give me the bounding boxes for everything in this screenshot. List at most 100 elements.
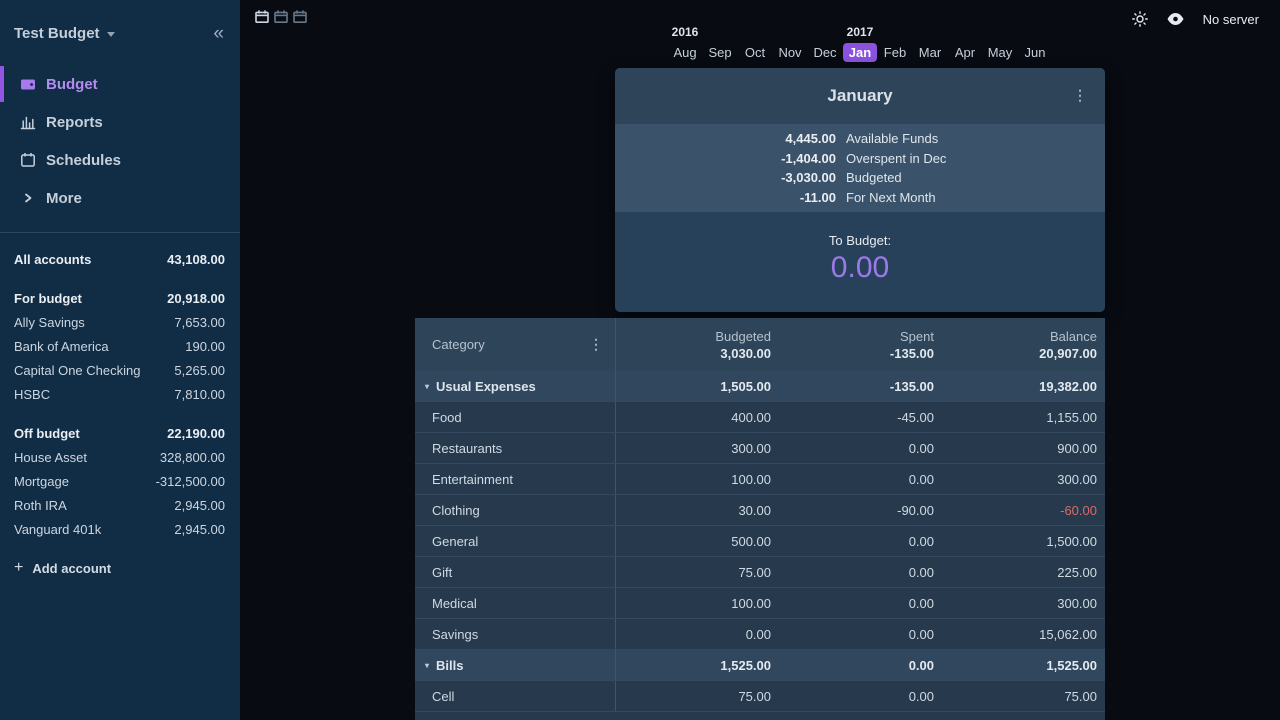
month-label: Nov (772, 43, 807, 62)
month-may[interactable]: May (983, 42, 1018, 63)
category-row-savings[interactable]: Savings0.000.0015,062.00 (415, 619, 1105, 650)
budgeted-cell[interactable]: 30.00 (616, 495, 779, 525)
month-menu-kebab-icon[interactable] (1073, 88, 1087, 102)
group-row-bills[interactable]: Bills1,525.000.001,525.00 (415, 650, 1105, 681)
balance-cell[interactable]: 75.00 (942, 681, 1105, 711)
account-row-roth-ira[interactable]: Roth IRA2,945.00 (14, 493, 225, 517)
balance-cell[interactable]: 225.00 (942, 557, 1105, 587)
account-row-capital-one-checking[interactable]: Capital One Checking5,265.00 (14, 358, 225, 382)
sidebar-item-more[interactable]: More (0, 179, 240, 217)
sidebar-item-schedules[interactable]: Schedules (0, 141, 240, 179)
category-menu-kebab-icon[interactable] (589, 337, 603, 351)
account-row-for-budget[interactable]: For budget20,918.00 (14, 286, 225, 310)
month-apr[interactable]: Apr (948, 42, 983, 63)
balance-cell[interactable]: -60.00 (942, 495, 1105, 525)
spent-cell[interactable]: 0.00 (779, 681, 942, 711)
spent-cell[interactable]: 0.00 (779, 650, 942, 680)
month-jan[interactable]: Jan (843, 42, 878, 63)
category-name-cell[interactable]: Savings (415, 619, 616, 649)
spent-cell[interactable]: 0.00 (779, 433, 942, 463)
budgeted-cell[interactable]: 1,525.00 (616, 650, 779, 680)
budget-name-dropdown[interactable]: Test Budget (14, 25, 115, 42)
category-name-cell[interactable]: Entertainment (415, 464, 616, 494)
theme-sun-icon[interactable] (1132, 11, 1148, 27)
category-row-cell[interactable]: Cell75.000.0075.00 (415, 681, 1105, 712)
month-sep[interactable]: Sep (703, 42, 738, 63)
account-row-ally-savings[interactable]: Ally Savings7,653.00 (14, 310, 225, 334)
account-row-house-asset[interactable]: House Asset328,800.00 (14, 445, 225, 469)
budgeted-cell[interactable]: 500.00 (616, 526, 779, 556)
budgeted-cell[interactable]: 1,505.00 (616, 371, 779, 401)
category-name-cell[interactable]: Restaurants (415, 433, 616, 463)
three-month-view-icon[interactable] (293, 10, 307, 28)
budgeted-column-header[interactable]: Budgeted 3,030.00 (616, 318, 779, 371)
category-row-food[interactable]: Food400.00-45.001,155.00 (415, 402, 1105, 433)
month-label: Sep (702, 43, 737, 62)
spent-column-header[interactable]: Spent -135.00 (779, 318, 942, 371)
budgeted-cell[interactable]: 75.00 (616, 557, 779, 587)
category-row-general[interactable]: General500.000.001,500.00 (415, 526, 1105, 557)
budgeted-cell[interactable]: 75.00 (616, 681, 779, 711)
balance-cell[interactable]: 1,500.00 (942, 526, 1105, 556)
budgeted-cell[interactable]: 400.00 (616, 402, 779, 432)
budgeted-cell[interactable]: 0.00 (616, 619, 779, 649)
sidebar-item-budget[interactable]: Budget (0, 65, 240, 103)
category-name-cell[interactable]: Clothing (415, 495, 616, 525)
spent-cell[interactable]: 0.00 (779, 588, 942, 618)
spent-cell[interactable]: 0.00 (779, 464, 942, 494)
spent-cell[interactable]: -90.00 (779, 495, 942, 525)
category-name-cell[interactable]: Usual Expenses (415, 371, 616, 401)
category-row-entertainment[interactable]: Entertainment100.000.00300.00 (415, 464, 1105, 495)
account-row-mortgage[interactable]: Mortgage-312,500.00 (14, 469, 225, 493)
month-jun[interactable]: Jun (1018, 42, 1053, 63)
account-row-hsbc[interactable]: HSBC7,810.00 (14, 382, 225, 406)
month-nov[interactable]: Nov (773, 42, 808, 63)
category-name-cell[interactable]: Medical (415, 588, 616, 618)
collapse-group-arrow-icon[interactable] (425, 382, 429, 391)
group-row-usual-expenses[interactable]: Usual Expenses1,505.00-135.0019,382.00 (415, 371, 1105, 402)
account-row-all-accounts[interactable]: All accounts43,108.00 (14, 247, 225, 271)
balance-cell[interactable]: 1,525.00 (942, 650, 1105, 680)
balance-cell[interactable]: 300.00 (942, 588, 1105, 618)
spent-cell[interactable]: 0.00 (779, 526, 942, 556)
month-mar[interactable]: Mar (913, 42, 948, 63)
account-row-off-budget[interactable]: Off budget22,190.00 (14, 421, 225, 445)
category-row-gift[interactable]: Gift75.000.00225.00 (415, 557, 1105, 588)
budgeted-cell[interactable]: 300.00 (616, 433, 779, 463)
collapse-group-arrow-icon[interactable] (425, 661, 429, 670)
spent-cell[interactable]: -45.00 (779, 402, 942, 432)
category-row-restaurants[interactable]: Restaurants300.000.00900.00 (415, 433, 1105, 464)
server-status-button[interactable]: No server (1203, 12, 1259, 27)
add-account-button[interactable]: Add account (14, 556, 225, 580)
category-name-cell[interactable]: Gift (415, 557, 616, 587)
category-name-cell[interactable]: Bills (415, 650, 616, 680)
month-feb[interactable]: Feb (878, 42, 913, 63)
balance-cell[interactable]: 300.00 (942, 464, 1105, 494)
spent-cell[interactable]: 0.00 (779, 619, 942, 649)
privacy-eye-icon[interactable] (1166, 12, 1185, 26)
balance-cell[interactable]: 1,155.00 (942, 402, 1105, 432)
month-aug[interactable]: Aug (668, 42, 703, 63)
category-row-clothing[interactable]: Clothing30.00-90.00-60.00 (415, 495, 1105, 526)
category-name-cell[interactable]: General (415, 526, 616, 556)
collapse-sidebar-button[interactable] (213, 24, 224, 43)
account-row-bank-of-america[interactable]: Bank of America190.00 (14, 334, 225, 358)
to-budget-amount[interactable]: 0.00 (831, 251, 889, 285)
balance-cell[interactable]: 15,062.00 (942, 619, 1105, 649)
category-row-medical[interactable]: Medical100.000.00300.00 (415, 588, 1105, 619)
balance-cell[interactable]: 900.00 (942, 433, 1105, 463)
sidebar-item-reports[interactable]: Reports (0, 103, 240, 141)
month-oct[interactable]: Oct (738, 42, 773, 63)
category-name-cell[interactable]: Food (415, 402, 616, 432)
month-dec[interactable]: Dec (808, 42, 843, 63)
spent-cell[interactable]: 0.00 (779, 557, 942, 587)
balance-cell[interactable]: 19,382.00 (942, 371, 1105, 401)
budgeted-cell[interactable]: 100.00 (616, 464, 779, 494)
one-month-view-icon[interactable] (255, 10, 269, 28)
category-name-cell[interactable]: Cell (415, 681, 616, 711)
two-month-view-icon[interactable] (274, 10, 288, 28)
spent-cell[interactable]: -135.00 (779, 371, 942, 401)
balance-column-header[interactable]: Balance 20,907.00 (942, 318, 1105, 371)
budgeted-cell[interactable]: 100.00 (616, 588, 779, 618)
account-row-vanguard-401k[interactable]: Vanguard 401k2,945.00 (14, 517, 225, 541)
